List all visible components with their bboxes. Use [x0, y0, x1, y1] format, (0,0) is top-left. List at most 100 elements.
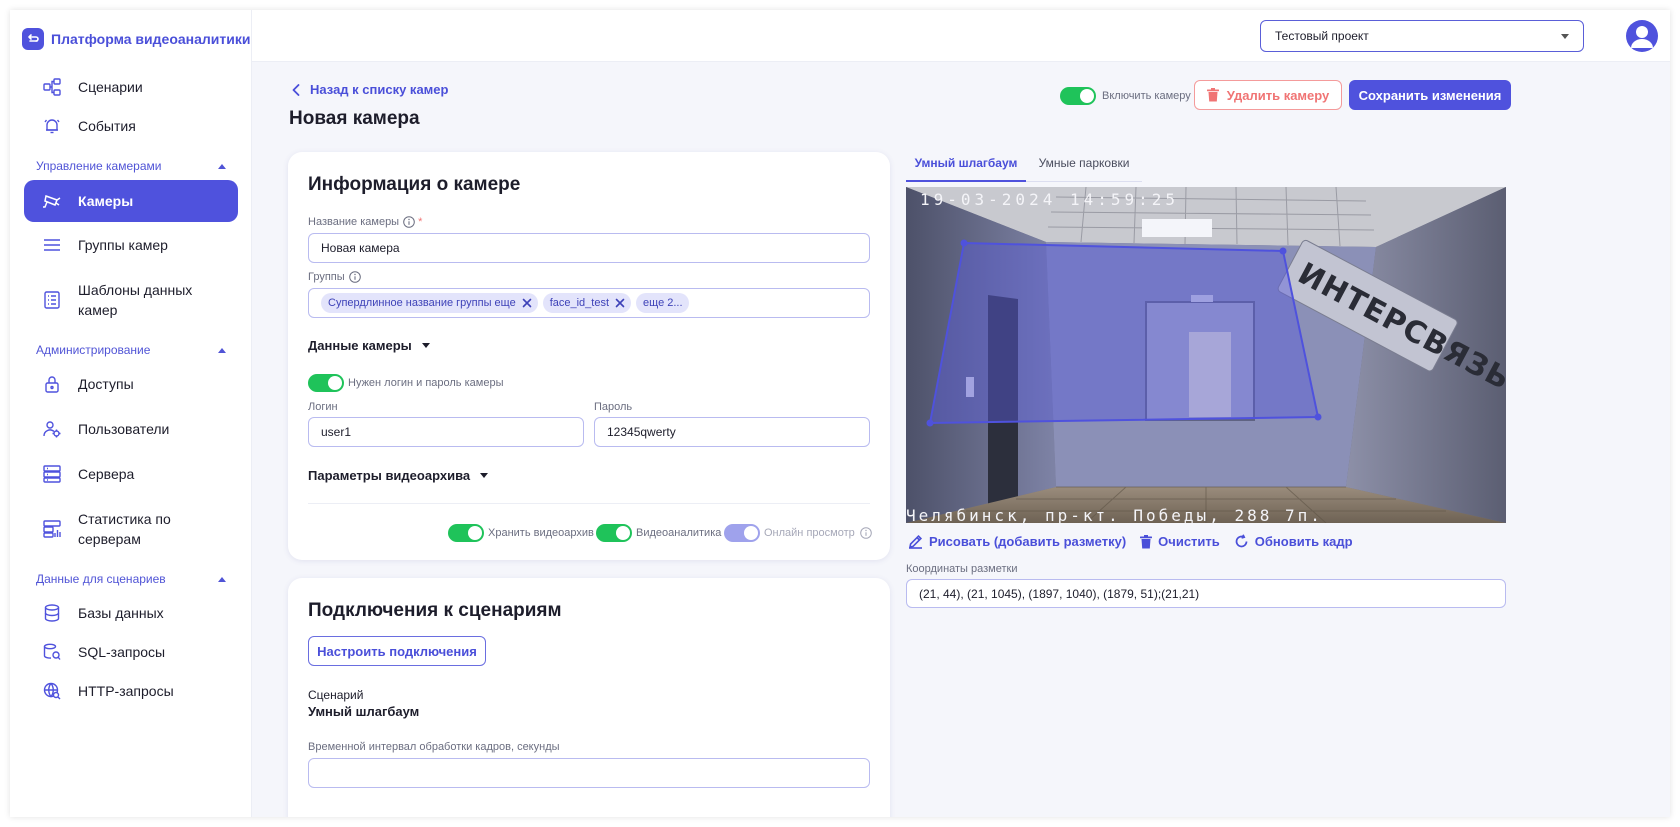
groups-more-chip[interactable]: еще 2... — [636, 293, 689, 313]
enable-camera-switch[interactable]: Включить камеру — [1060, 87, 1191, 105]
store-archive-label: Хранить видеоархив — [488, 527, 594, 539]
save-changes-button[interactable]: Сохранить изменения — [1349, 80, 1511, 110]
list-icon — [42, 235, 62, 255]
tab-smart-barrier[interactable]: Умный шлагбаум — [906, 156, 1026, 182]
sidebar-item-cameras[interactable]: Камеры — [24, 180, 238, 222]
scenarios-icon — [42, 77, 62, 97]
enable-camera-toggle[interactable] — [1060, 87, 1096, 105]
markup-actions: Рисовать (добавить разметку) Очистить Об… — [908, 534, 1367, 549]
online-view-toggle[interactable] — [724, 524, 760, 542]
sidebar-group-scenario-data[interactable]: Данные для сценариев — [36, 572, 226, 586]
connections-title: Подключения к сценариям — [308, 600, 562, 621]
users-icon — [42, 419, 62, 439]
delete-camera-label: Удалить камеру — [1226, 87, 1330, 103]
back-to-cameras-link[interactable]: Назад к списку камер — [292, 82, 448, 97]
template-icon — [42, 290, 62, 310]
project-select[interactable]: Тестовый проект — [1260, 20, 1584, 52]
tab-smart-parking[interactable]: Умные парковки — [1026, 156, 1142, 182]
trash-icon — [1140, 534, 1153, 549]
login-input[interactable]: user1 — [308, 417, 584, 447]
chevron-up-icon — [218, 163, 226, 169]
sidebar-item-scenarios[interactable]: Сценарии — [24, 66, 238, 108]
logo-icon — [22, 28, 44, 50]
scenario-value: Умный шлагбаум — [308, 704, 420, 719]
groups-multiselect[interactable]: Супердлинное название группы еще face_id… — [308, 288, 870, 318]
sidebar-item-camera-groups[interactable]: Группы камер — [24, 224, 238, 266]
pencil-icon — [908, 534, 923, 549]
sidebar-item-label: SQL-запросы — [78, 644, 166, 660]
camera-icon — [42, 191, 62, 211]
top-bar: Тестовый проект — [252, 10, 1670, 62]
auth-required-label: Нужен логин и пароль камеры — [348, 377, 504, 389]
interval-input[interactable] — [308, 758, 870, 788]
trash-icon — [1206, 88, 1219, 102]
sidebar-item-http[interactable]: HTTP-запросы — [24, 670, 238, 712]
markup-tabs: Умный шлагбаум Умные парковки — [906, 156, 1142, 182]
camera-name-label: Название камеры * — [308, 216, 422, 228]
draw-markup-button[interactable]: Рисовать (добавить разметку) — [908, 534, 1126, 549]
auth-required-switch[interactable]: Нужен логин и пароль камеры — [308, 374, 503, 392]
app-logo[interactable]: Платформа видеоаналитики — [22, 27, 250, 51]
online-view-switch[interactable]: Онлайн просмотр — [724, 524, 872, 542]
group-chip-label: Супердлинное название группы еще — [328, 297, 516, 309]
sidebar-group-label: Администрирование — [36, 343, 151, 357]
info-icon[interactable] — [348, 271, 361, 283]
chevron-up-icon — [218, 347, 226, 353]
sidebar-item-label: Сценарии — [78, 79, 143, 95]
sidebar-item-databases[interactable]: Базы данных — [24, 592, 238, 634]
globe-search-icon — [42, 681, 62, 701]
sidebar-item-users[interactable]: Пользователи — [24, 408, 238, 450]
close-icon[interactable] — [615, 298, 625, 308]
sidebar-group-camera-management[interactable]: Управление камерами — [36, 159, 226, 173]
configure-connections-button[interactable]: Настроить подключения — [308, 636, 486, 666]
caret-down-icon — [480, 473, 489, 478]
group-chip[interactable]: face_id_test — [542, 293, 632, 313]
videoanalytics-switch[interactable]: Видеоаналитика — [596, 524, 721, 542]
sidebar-item-label: Статистика по серверам — [78, 511, 171, 547]
sidebar-item-sql[interactable]: SQL-запросы — [24, 631, 238, 673]
camera-name-label-text: Название камеры — [308, 216, 400, 228]
store-archive-toggle[interactable] — [448, 524, 484, 542]
sidebar-item-server-stats[interactable]: Статистика по серверам — [24, 505, 238, 553]
camera-info-title: Информация о камере — [308, 174, 521, 195]
password-input[interactable]: 12345qwerty — [594, 417, 870, 447]
avatar[interactable] — [1626, 20, 1658, 52]
info-icon[interactable] — [859, 527, 872, 539]
sidebar-item-access[interactable]: Доступы — [24, 363, 238, 405]
close-icon[interactable] — [522, 298, 532, 308]
info-icon[interactable] — [403, 216, 415, 228]
chevron-up-icon — [218, 576, 226, 582]
camera-data-section-toggle[interactable]: Данные камеры — [308, 338, 430, 353]
sidebar-item-label: Группы камер — [78, 237, 168, 253]
auth-required-toggle[interactable] — [308, 374, 344, 392]
refresh-frame-label: Обновить кадр — [1254, 534, 1353, 549]
sidebar-group-label: Управление камерами — [36, 159, 162, 173]
sidebar-group-administration[interactable]: Администрирование — [36, 343, 226, 357]
clear-markup-button[interactable]: Очистить — [1140, 534, 1220, 549]
app-title: Платформа видеоаналитики — [51, 31, 251, 47]
sidebar-item-camera-templates[interactable]: Шаблоны данных камер — [24, 276, 238, 324]
camera-name-input[interactable]: Новая камера — [308, 233, 870, 263]
archive-params-section-toggle[interactable]: Параметры видеоархива — [308, 468, 489, 483]
markup-coords-input[interactable]: (21, 44), (21, 1045), (1897, 1040), (187… — [906, 579, 1506, 608]
markup-coords-value: (21, 44), (21, 1045), (1897, 1040), (187… — [919, 586, 1200, 601]
delete-camera-button[interactable]: Удалить камеру — [1194, 80, 1342, 110]
store-archive-switch[interactable]: Хранить видеоархив — [448, 524, 594, 542]
camera-frame[interactable]: ИНТЕРСВЯЗЬ 19-03-2024 14:59:25 Челябинск… — [906, 187, 1506, 523]
sidebar-item-label: События — [78, 118, 136, 134]
sidebar-item-servers[interactable]: Сервера — [24, 453, 238, 495]
page-title: Новая камера — [289, 108, 420, 129]
required-mark: * — [418, 216, 423, 228]
sidebar-item-label: HTTP-запросы — [78, 683, 174, 699]
server-stats-icon — [42, 519, 62, 539]
sidebar-item-label: Камеры — [78, 193, 134, 209]
refresh-frame-button[interactable]: Обновить кадр — [1234, 534, 1353, 549]
group-chip-label: face_id_test — [549, 297, 610, 309]
camera-scene-image: ИНТЕРСВЯЗЬ — [906, 187, 1506, 523]
refresh-icon — [1234, 534, 1249, 549]
group-chip[interactable]: Супердлинное название группы еще — [321, 293, 538, 313]
sidebar-item-events[interactable]: События — [24, 105, 238, 147]
videoanalytics-toggle[interactable] — [596, 524, 632, 542]
sidebar-item-label: Базы данных — [78, 605, 164, 621]
draw-markup-label: Рисовать (добавить разметку) — [929, 534, 1127, 549]
